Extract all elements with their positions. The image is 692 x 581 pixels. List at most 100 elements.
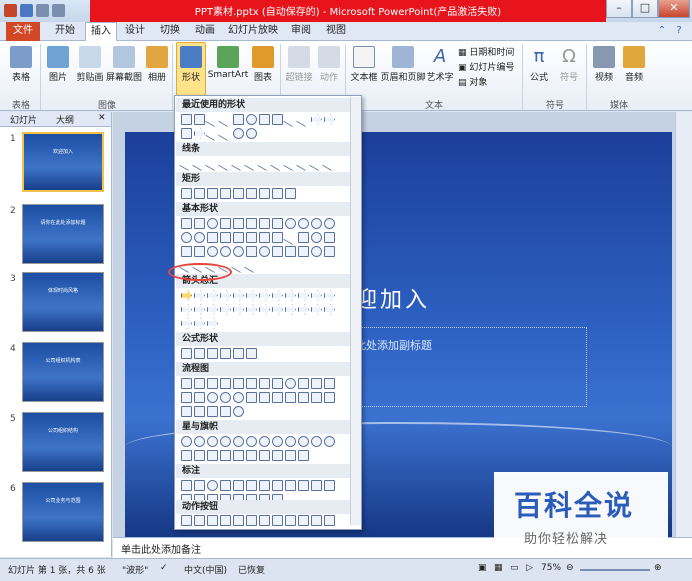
shape-item[interactable] xyxy=(259,515,270,526)
shape-item[interactable] xyxy=(233,188,244,199)
shape-item[interactable] xyxy=(220,348,231,359)
shape-item[interactable] xyxy=(324,218,335,229)
shape-item[interactable] xyxy=(194,378,205,389)
shape-item[interactable] xyxy=(220,480,231,491)
shape-item[interactable] xyxy=(324,515,335,526)
shape-item[interactable] xyxy=(233,450,244,461)
shape-item[interactable] xyxy=(259,290,270,301)
shape-item[interactable] xyxy=(233,480,244,491)
shape-item[interactable] xyxy=(233,515,244,526)
help-icon[interactable]: ? xyxy=(672,22,686,41)
shape-item[interactable] xyxy=(285,246,296,257)
shape-item[interactable] xyxy=(311,304,322,315)
shape-item[interactable] xyxy=(194,304,205,315)
shape-item[interactable] xyxy=(194,128,205,139)
shape-item[interactable] xyxy=(243,257,260,274)
shape-item[interactable] xyxy=(282,229,299,246)
shape-item[interactable] xyxy=(181,392,192,403)
shape-item[interactable] xyxy=(207,515,218,526)
shape-item[interactable] xyxy=(194,480,205,491)
shape-item[interactable] xyxy=(272,232,283,243)
chart-button[interactable]: 图表 xyxy=(250,46,276,83)
vertical-scrollbar[interactable] xyxy=(675,112,692,537)
shape-item[interactable] xyxy=(285,515,296,526)
shapes-button[interactable]: 形状 xyxy=(176,42,206,96)
minimize-ribbon-icon[interactable]: ⌃ xyxy=(655,22,669,41)
shape-item[interactable] xyxy=(259,218,270,229)
shape-item[interactable] xyxy=(181,218,192,229)
shape-item[interactable] xyxy=(207,290,218,301)
shape-item[interactable] xyxy=(311,378,322,389)
shape-item[interactable] xyxy=(233,378,244,389)
shape-item[interactable] xyxy=(259,392,270,403)
shape-item[interactable] xyxy=(220,392,231,403)
shape-item[interactable] xyxy=(298,246,309,257)
shape-item[interactable] xyxy=(259,246,270,257)
shape-item[interactable] xyxy=(272,246,283,257)
shape-item[interactable] xyxy=(233,406,244,417)
shape-item[interactable] xyxy=(298,436,309,447)
slide-thumbnail[interactable]: 欢迎加入 xyxy=(22,132,104,192)
shape-item[interactable] xyxy=(220,304,231,315)
shape-item[interactable] xyxy=(298,515,309,526)
right-arrow-shape-icon[interactable] xyxy=(181,290,192,301)
shape-item[interactable] xyxy=(272,290,283,301)
shape-item[interactable] xyxy=(259,188,270,199)
shape-item[interactable] xyxy=(324,290,335,301)
shape-item[interactable] xyxy=(220,290,231,301)
slideshow-view-icon[interactable]: ▷ xyxy=(526,563,533,573)
shape-item[interactable] xyxy=(233,232,244,243)
shape-item[interactable] xyxy=(246,128,257,139)
reading-view-icon[interactable]: ▭ xyxy=(510,563,519,573)
action-button[interactable]: 动作 xyxy=(316,46,342,83)
shape-item[interactable] xyxy=(285,290,296,301)
tab-transitions[interactable]: 切换 xyxy=(155,22,185,41)
shape-item[interactable] xyxy=(324,114,335,125)
equation-button[interactable]: π 公式 xyxy=(526,46,552,83)
shape-item[interactable] xyxy=(272,218,283,229)
slide-thumbnail[interactable]: 体现时尚风格 xyxy=(22,272,104,332)
shape-item[interactable] xyxy=(217,111,234,128)
shape-item[interactable] xyxy=(194,348,205,359)
zoom-level[interactable]: 75% xyxy=(541,563,561,573)
shape-item[interactable] xyxy=(181,348,192,359)
shape-item[interactable] xyxy=(207,304,218,315)
shape-item[interactable] xyxy=(246,515,257,526)
shape-item[interactable] xyxy=(246,348,257,359)
shape-item[interactable] xyxy=(324,378,335,389)
video-button[interactable]: 视频 xyxy=(590,46,618,83)
shape-item[interactable] xyxy=(194,406,205,417)
shape-item[interactable] xyxy=(285,218,296,229)
shape-item[interactable] xyxy=(298,480,309,491)
shape-item[interactable] xyxy=(207,218,218,229)
shape-item[interactable] xyxy=(181,232,192,243)
shape-item[interactable] xyxy=(233,348,244,359)
hyperlink-button[interactable]: 超链接 xyxy=(284,46,314,83)
datetime-button[interactable]: ▦ 日期和时间 xyxy=(458,45,514,58)
shape-item[interactable] xyxy=(259,436,270,447)
shape-item[interactable] xyxy=(272,392,283,403)
shape-item[interactable] xyxy=(220,232,231,243)
shape-item[interactable] xyxy=(181,246,192,257)
tab-design[interactable]: 设计 xyxy=(120,22,150,41)
shape-item[interactable] xyxy=(233,392,244,403)
shape-item[interactable] xyxy=(285,188,296,199)
zoom-slider[interactable] xyxy=(580,569,650,571)
shape-item[interactable] xyxy=(181,436,192,447)
shape-item[interactable] xyxy=(285,392,296,403)
shape-item[interactable] xyxy=(233,436,244,447)
clipart-button[interactable]: 剪贴画 xyxy=(74,46,106,83)
shape-item[interactable] xyxy=(207,392,218,403)
shape-item[interactable] xyxy=(207,232,218,243)
slide-thumbnail[interactable]: 公司组织机构表 xyxy=(22,342,104,402)
shape-item[interactable] xyxy=(272,304,283,315)
shape-item[interactable] xyxy=(295,111,312,128)
shape-item[interactable] xyxy=(272,450,283,461)
shape-item[interactable] xyxy=(207,348,218,359)
shape-item[interactable] xyxy=(259,114,270,125)
shape-item[interactable] xyxy=(272,378,283,389)
slide-thumbnail[interactable]: 请你在此处添加标题 xyxy=(22,204,104,264)
album-button[interactable]: 相册 xyxy=(144,46,170,83)
textbox-button[interactable]: 文本框 xyxy=(348,46,380,83)
tab-home[interactable]: 开始 xyxy=(50,22,80,41)
